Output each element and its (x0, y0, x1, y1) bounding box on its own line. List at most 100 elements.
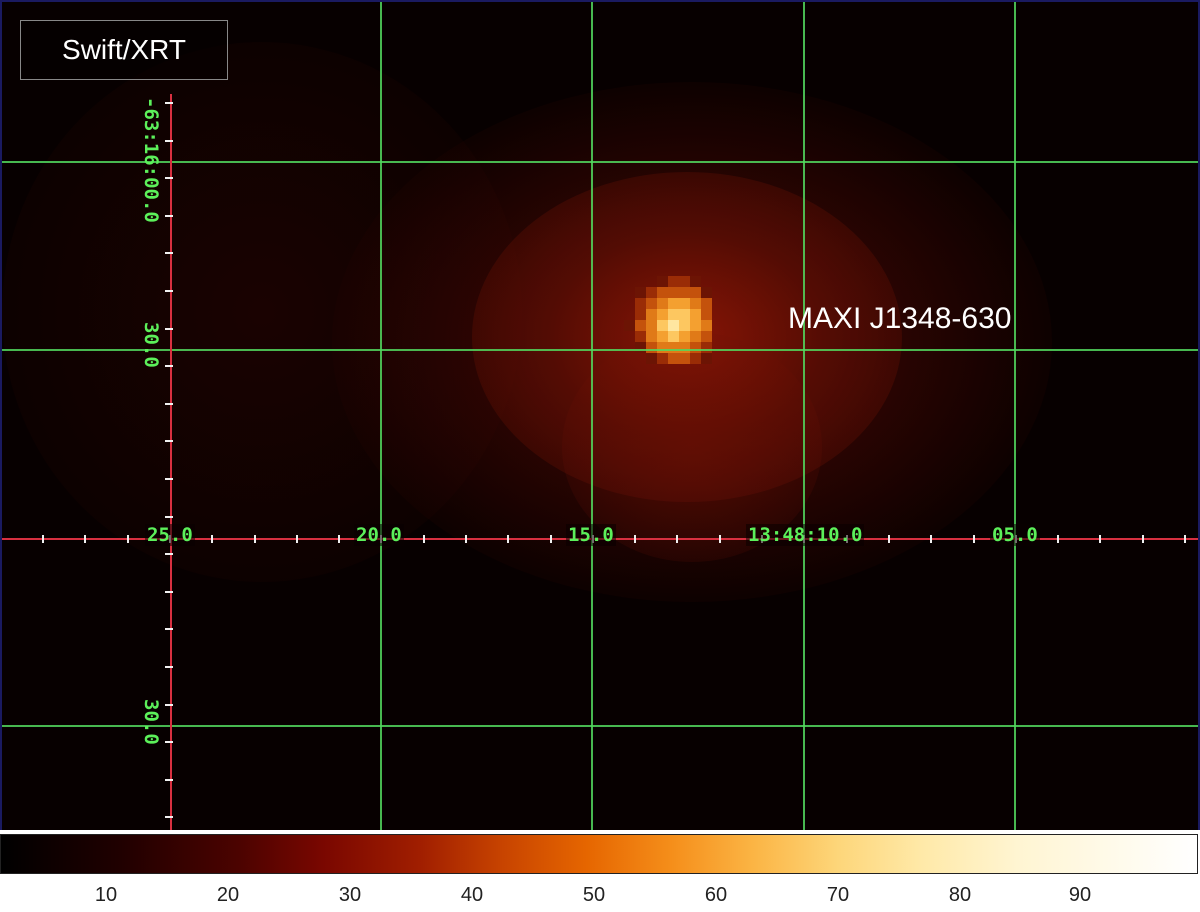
dec-tick (165, 516, 173, 518)
source-pixel (635, 298, 646, 309)
ra-tick-label: 05.0 (990, 524, 1040, 546)
source-pixel (668, 320, 679, 331)
colorbar-label: 10 (94, 884, 118, 906)
ra-tick (973, 535, 975, 543)
colorbar-label: 20 (216, 884, 240, 906)
source-pixel (690, 287, 701, 298)
dec-tick (165, 403, 173, 405)
source-pixel (635, 342, 646, 353)
source-pixel (701, 287, 712, 298)
source-pixel (701, 342, 712, 353)
source-pixel (668, 309, 679, 320)
source-pixel (657, 298, 668, 309)
dec-tick (165, 252, 173, 254)
colorbar-label: 30 (338, 884, 362, 906)
dec-tick (165, 704, 173, 706)
source-pixel (668, 342, 679, 353)
source-pixel (668, 331, 679, 342)
ra-tick (719, 535, 721, 543)
ra-tick (127, 535, 129, 543)
ra-tick-label: 20.0 (354, 524, 404, 546)
source-pixel (668, 287, 679, 298)
source-pixel (701, 353, 712, 364)
dec-tick-label: 30.0 (140, 699, 162, 745)
colorbar-label: 40 (460, 884, 484, 906)
source-pixel (690, 353, 701, 364)
source-pixel (624, 320, 635, 331)
ra-tick (296, 535, 298, 543)
source-pixel (646, 331, 657, 342)
source-pixel (646, 353, 657, 364)
ra-tick (338, 535, 340, 543)
ra-tick-label: 15.0 (566, 524, 616, 546)
dec-tick (165, 102, 173, 104)
source-pixel (657, 342, 668, 353)
colorbar-label: 60 (704, 884, 728, 906)
source-pixel (690, 331, 701, 342)
colorbar-label: 50 (582, 884, 606, 906)
source-pixel (668, 276, 679, 287)
grid-line-vertical (803, 2, 805, 830)
dec-tick (165, 553, 173, 555)
source-pixel (679, 353, 690, 364)
source-pixel (690, 320, 701, 331)
source-pixel (668, 353, 679, 364)
source-pixel (635, 309, 646, 320)
source-pixel (679, 331, 690, 342)
dec-tick (165, 290, 173, 292)
grid-line-vertical (380, 2, 382, 830)
source-pixel (668, 298, 679, 309)
dec-tick (165, 440, 173, 442)
source-pixel (701, 309, 712, 320)
ra-tick (1142, 535, 1144, 543)
dec-tick (165, 478, 173, 480)
instrument-label-box: Swift/XRT (20, 20, 228, 80)
source-pixel (657, 331, 668, 342)
colorbar (0, 834, 1198, 874)
source-pixel (701, 298, 712, 309)
source-pixel (635, 320, 646, 331)
source-pixel (646, 298, 657, 309)
dec-tick (165, 666, 173, 668)
grid-line-horizontal (2, 725, 1200, 727)
xray-image: 25.0 20.0 15.0 13:48:10.0 05.0 -63:16:00… (0, 0, 1200, 830)
ra-tick (1057, 535, 1059, 543)
source-pixel (690, 309, 701, 320)
dec-tick (165, 816, 173, 818)
dec-tick (165, 177, 173, 179)
source-pixel (679, 276, 690, 287)
ra-tick (634, 535, 636, 543)
source-pixel (657, 309, 668, 320)
dec-tick (165, 215, 173, 217)
source-pixel (690, 342, 701, 353)
colorbar-label: 90 (1068, 884, 1092, 906)
source-pixel (690, 298, 701, 309)
source-label: MAXI J1348-630 (788, 302, 1012, 335)
source-pixel (635, 287, 646, 298)
dec-tick (165, 140, 173, 142)
source-pixel (646, 309, 657, 320)
source-pixel (657, 287, 668, 298)
dec-tick (165, 365, 173, 367)
ra-tick (84, 535, 86, 543)
dec-tick (165, 628, 173, 630)
ra-tick (1099, 535, 1101, 543)
dec-tick (165, 779, 173, 781)
source-pixel (646, 287, 657, 298)
colorbar-label: 70 (826, 884, 850, 906)
source-pixel (701, 331, 712, 342)
ra-tick (1184, 535, 1186, 543)
dec-tick-label: 30.0 (140, 322, 162, 368)
source-pixel (657, 276, 668, 287)
ra-tick (930, 535, 932, 543)
ra-tick (507, 535, 509, 543)
source-pixel (679, 309, 690, 320)
ra-tick-label: 25.0 (145, 524, 195, 546)
source-pixel (635, 331, 646, 342)
ra-tick (465, 535, 467, 543)
instrument-label: Swift/XRT (62, 34, 186, 65)
source-pixel (657, 353, 668, 364)
source-pixel (646, 342, 657, 353)
source-pixel (679, 298, 690, 309)
dec-tick (165, 328, 173, 330)
